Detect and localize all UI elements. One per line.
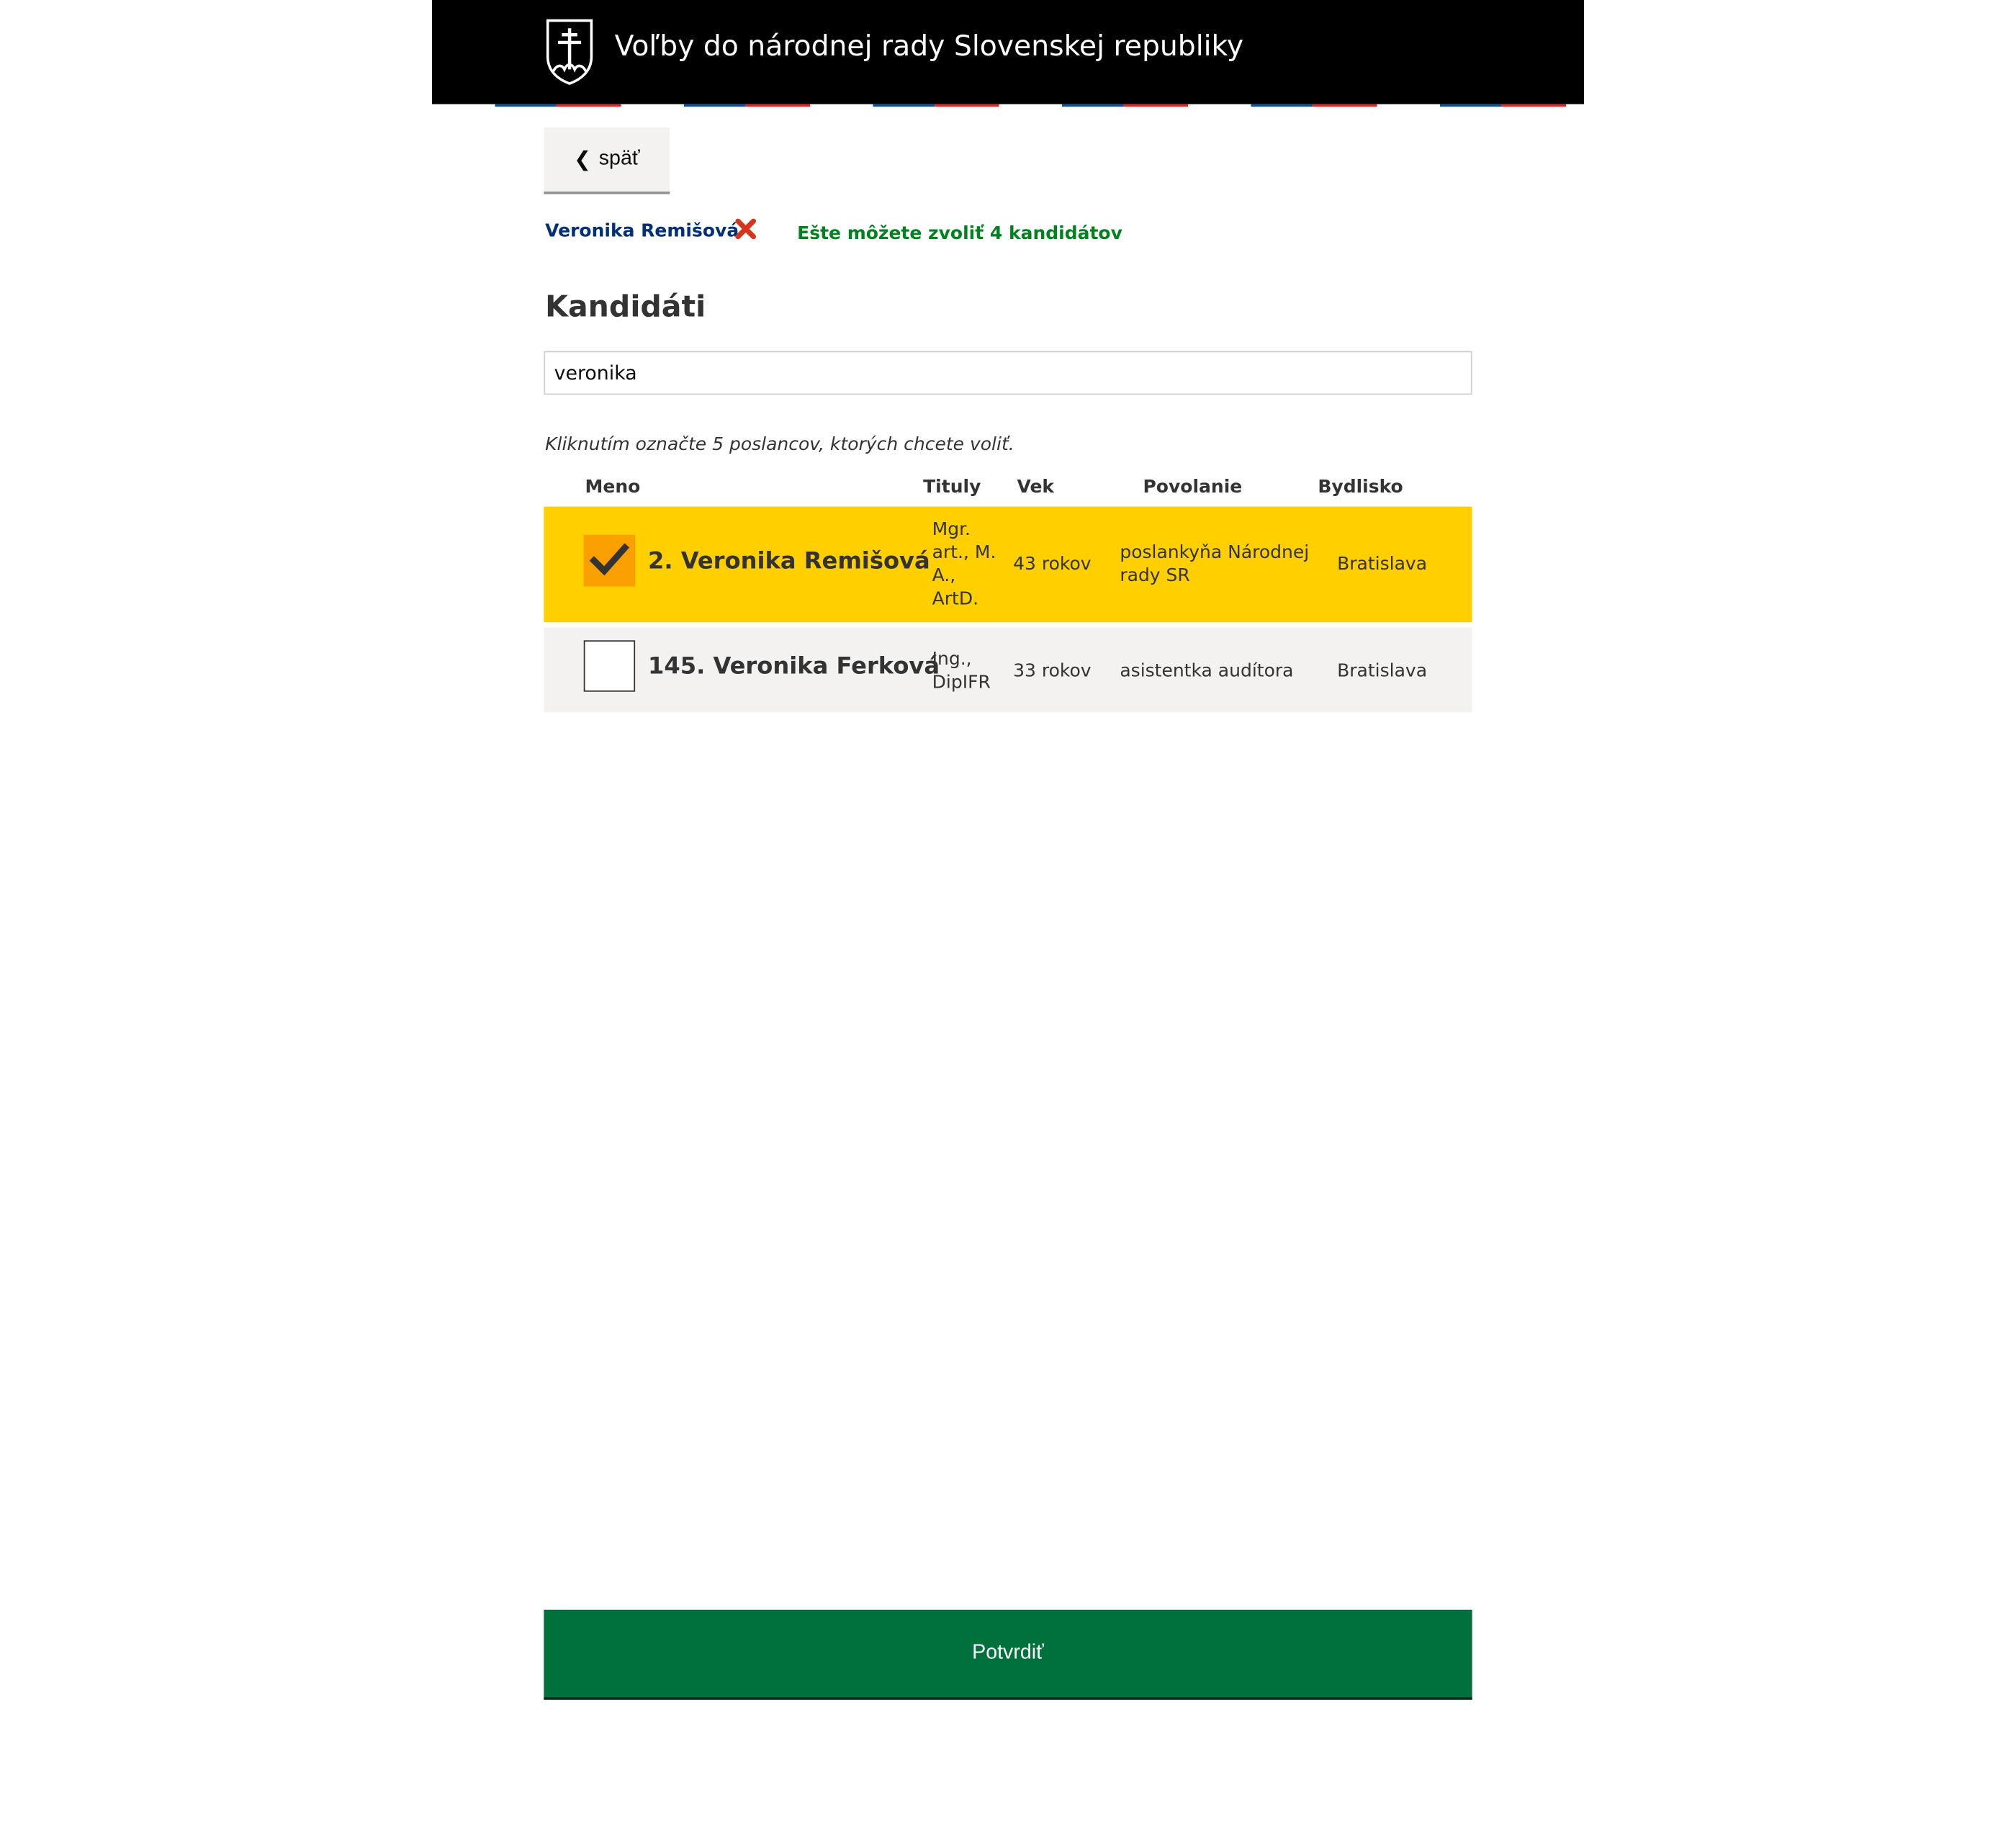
flag-stripe-blue (1251, 104, 1313, 107)
flag-stripe-blue (873, 104, 935, 107)
column-header-name: Meno (585, 477, 641, 498)
flag-stripe-red (1123, 104, 1188, 107)
column-header-occupation: Povolanie (1143, 477, 1243, 498)
candidate-titles: Ing., DipIFR (932, 649, 991, 693)
flag-stripe-blue (495, 104, 557, 107)
site-header: Voľby do národnej rady Slovenskej republ… (431, 0, 1584, 104)
back-button[interactable]: ❮ späť (544, 127, 670, 194)
candidate-residence: Bratislava (1337, 554, 1428, 575)
selection-hint: Kliknutím označte 5 poslancov, ktorých c… (545, 434, 1014, 456)
chevron-left-icon: ❮ (574, 149, 592, 171)
candidates-heading: Kandidáti (545, 290, 706, 324)
candidate-residence: Bratislava (1337, 660, 1428, 682)
candidate-checkbox[interactable] (583, 534, 636, 587)
back-button-label: späť (598, 148, 640, 170)
column-header-residence: Bydlisko (1318, 477, 1403, 498)
candidate-row[interactable]: 2. Veronika Remišová Mgr. art., M. A., A… (544, 506, 1472, 623)
remove-candidate-icon[interactable] (734, 213, 757, 244)
remaining-votes-text: Ešte môžete zvoliť 4 kandidátov (797, 223, 1122, 245)
candidate-checkbox[interactable] (583, 640, 636, 692)
flag-stripe-red (1313, 104, 1377, 107)
candidate-occupation: poslankyňa Národnej rady SR (1120, 542, 1310, 587)
flag-stripe-red (745, 104, 810, 107)
candidate-search-input[interactable] (544, 351, 1472, 395)
column-header-age: Vek (1017, 477, 1055, 498)
flag-stripe-blue (683, 104, 746, 107)
page-title: Voľby do národnej rady Slovenskej republ… (614, 30, 1244, 63)
flag-stripe-blue (1439, 104, 1502, 107)
candidate-name: 145. Veronika Ferková (647, 653, 940, 680)
slovak-coat-of-arms-icon (546, 19, 593, 85)
flag-stripe-red (935, 104, 999, 107)
candidate-name: 2. Veronika Remišová (647, 547, 930, 575)
flag-stripe-blue (1061, 104, 1124, 107)
flag-stripe-red (1501, 104, 1566, 107)
candidate-occupation: asistentka audítora (1120, 660, 1294, 682)
checkmark-icon (589, 543, 630, 576)
confirm-button[interactable]: Potvrdiť (544, 1609, 1472, 1700)
candidate-age: 43 rokov (1013, 554, 1092, 575)
column-header-titles: Tituly (923, 477, 981, 498)
candidate-titles: Mgr. art., M. A., ArtD. (932, 519, 996, 610)
flag-stripe-red (557, 104, 621, 107)
candidate-age: 33 rokov (1013, 660, 1092, 682)
selected-candidate-name: Veronika Remišová (545, 221, 739, 242)
candidate-row[interactable]: 145. Veronika Ferková Ing., DipIFR 33 ro… (544, 627, 1472, 713)
